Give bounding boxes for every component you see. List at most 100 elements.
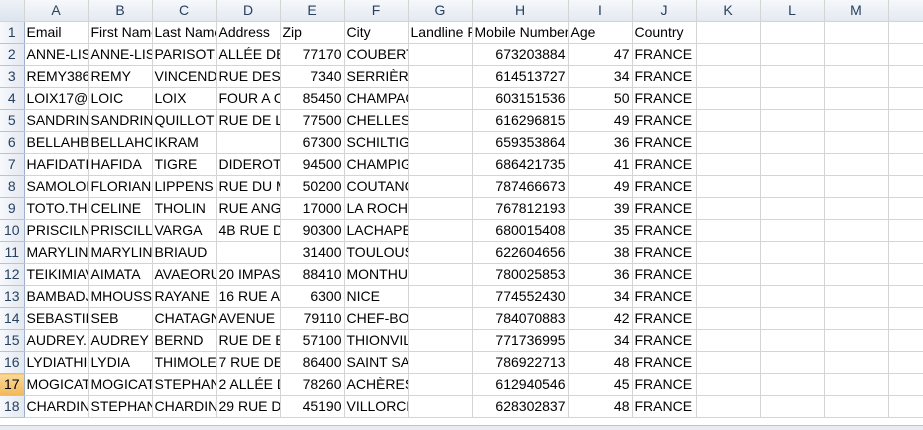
cell[interactable]: CHATAGN [152,307,217,330]
cell[interactable]: 616296815 [472,109,569,132]
cell[interactable]: RUE DU M [216,175,281,198]
cell[interactable]: FRANCE [632,351,697,374]
cell[interactable] [824,87,889,110]
cell[interactable] [696,175,761,198]
cell[interactable]: VILLORCEAU [344,395,409,418]
cell[interactable]: SANDRINE [88,109,153,132]
cell[interactable] [696,131,761,154]
cell[interactable] [696,219,761,242]
cell[interactable] [696,153,761,176]
cell[interactable] [824,21,889,44]
cell[interactable]: TEIKIMIAV [24,263,89,286]
cell[interactable]: 77170 [280,43,345,66]
cell[interactable] [408,285,473,308]
cell[interactable]: Age [568,21,633,44]
cell[interactable]: 2 ALLÉE DE [216,373,281,396]
cell[interactable]: 39 [568,197,633,220]
cell[interactable] [824,131,889,154]
cell[interactable]: ANNE-LISE [88,43,153,66]
cell[interactable]: 767812193 [472,197,569,220]
cell[interactable] [696,87,761,110]
cell[interactable]: QUILLOT [152,109,217,132]
cell[interactable]: SEB [88,307,153,330]
cell[interactable]: 673203884 [472,43,569,66]
row-header[interactable]: 5 [0,109,25,132]
cell[interactable]: 94500 [280,153,345,176]
cell[interactable] [760,373,825,396]
cell[interactable]: 88410 [280,263,345,286]
cell[interactable] [760,175,825,198]
cell[interactable]: ACHÈRES [344,373,409,396]
cell[interactable]: FRANCE [632,219,697,242]
cell[interactable]: 787466673 [472,175,569,198]
cell[interactable]: 50 [568,87,633,110]
cell[interactable]: CHAMPIGNY-SUR-MA [344,153,409,176]
cell[interactable]: TOULOUSE [344,241,409,264]
cell[interactable] [888,153,923,176]
cell[interactable]: RUE ANGE [216,197,281,220]
cell[interactable] [696,241,761,264]
horizontal-scrollbar[interactable] [0,425,923,430]
cell[interactable]: 7340 [280,65,345,88]
cell[interactable]: BAMBADJ. [24,285,89,308]
column-header-I[interactable]: I [568,0,633,22]
cell[interactable]: HAFIDA [88,153,153,176]
cell[interactable] [760,307,825,330]
cell[interactable]: Address [216,21,281,44]
cell[interactable]: CHAMPAGNE LES MA [344,87,409,110]
cell[interactable]: SANDRINE [24,109,89,132]
row-header[interactable]: 6 [0,131,25,154]
cell[interactable]: Last Name [152,21,217,44]
cell[interactable] [696,285,761,308]
cell[interactable] [824,241,889,264]
cell[interactable]: 786922713 [472,351,569,374]
cell[interactable] [824,263,889,286]
cell[interactable]: 36 [568,131,633,154]
cell[interactable] [888,175,923,198]
cell[interactable]: FRANCE [632,43,697,66]
cell[interactable]: 45190 [280,395,345,418]
cell[interactable]: 35 [568,219,633,242]
cell[interactable]: STEPHANI [152,373,217,396]
cell[interactable]: MOGICATI [24,373,89,396]
cell[interactable]: THOLIN [152,197,217,220]
cell[interactable]: 603151536 [472,87,569,110]
cell[interactable]: FRANCE [632,307,697,330]
cell[interactable]: FRANCE [632,175,697,198]
cell[interactable]: First Name [88,21,153,44]
cell[interactable]: PARISOT [152,43,217,66]
cell[interactable]: RUE DE BC [216,329,281,352]
cell[interactable]: BELLAHCE [88,131,153,154]
cell[interactable] [824,153,889,176]
cell[interactable]: 49 [568,175,633,198]
cell[interactable] [696,329,761,352]
cell[interactable]: 4B RUE DE [216,219,281,242]
cell[interactable]: 77500 [280,109,345,132]
cell[interactable] [824,373,889,396]
cell[interactable]: RAYANE [152,285,217,308]
cell[interactable] [760,131,825,154]
column-header-B[interactable]: B [88,0,153,22]
cell[interactable]: 17000 [280,197,345,220]
cell[interactable] [760,241,825,264]
cell[interactable]: Country [632,21,697,44]
cell[interactable]: ANNE-LISE [24,43,89,66]
cell[interactable]: 48 [568,351,633,374]
cell[interactable] [408,109,473,132]
cell[interactable]: 29 RUE DU [216,395,281,418]
cell[interactable]: CHELLES [344,109,409,132]
cell[interactable]: FRANCE [632,329,697,352]
cell[interactable]: CHARDIN [152,395,217,418]
cell[interactable]: 680015408 [472,219,569,242]
cell[interactable]: THIONVILLE [344,329,409,352]
cell[interactable]: HAFIDATI [24,153,89,176]
cell[interactable]: REMY3869 [24,65,89,88]
cell[interactable] [824,43,889,66]
cell[interactable] [888,197,923,220]
cell[interactable]: LACHAPELLE-SOUS-C [344,219,409,242]
row-header[interactable]: 8 [0,175,25,198]
cell[interactable]: FRANCE [632,373,697,396]
cell[interactable] [408,351,473,374]
cell[interactable]: FRANCE [632,263,697,286]
cell[interactable] [696,351,761,374]
